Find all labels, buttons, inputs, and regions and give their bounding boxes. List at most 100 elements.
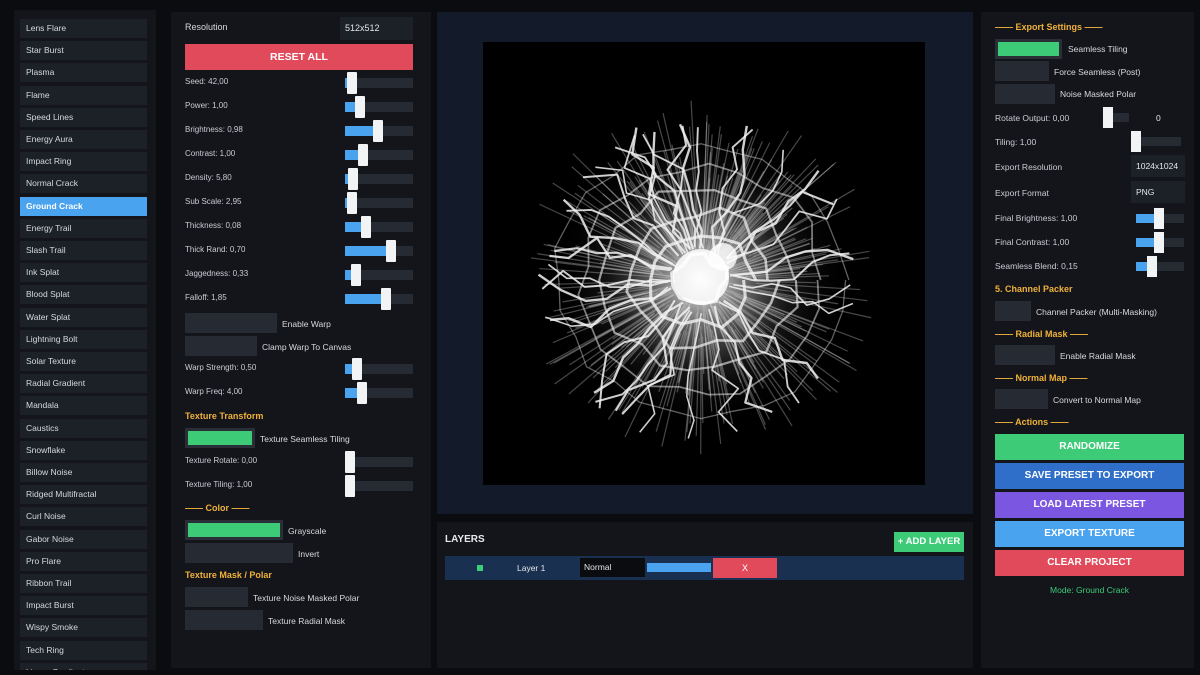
texture-tiling-thumb[interactable] xyxy=(345,475,355,497)
rotate-output-slider[interactable] xyxy=(1103,107,1129,128)
load-preset-button[interactable]: LOAD LATEST PRESET xyxy=(995,492,1184,518)
density-thumb[interactable] xyxy=(348,168,359,190)
reset-all-button[interactable]: RESET ALL xyxy=(185,44,413,70)
jaggedness-slider[interactable] xyxy=(345,264,413,286)
final-brightness-slider[interactable] xyxy=(1136,208,1184,229)
warp-strength-thumb[interactable] xyxy=(351,358,362,380)
normal-map-toggle[interactable] xyxy=(995,389,1048,409)
preset-item[interactable]: Flame xyxy=(20,85,147,105)
warp-freq-slider[interactable] xyxy=(345,382,413,404)
delete-layer-button[interactable]: X xyxy=(713,558,777,578)
preset-item[interactable]: Star Burst xyxy=(20,41,147,61)
preset-item[interactable]: Radial Gradient xyxy=(20,374,147,394)
preset-item[interactable]: Tech Ring xyxy=(20,640,147,660)
export-format-select[interactable]: PNG xyxy=(1131,181,1185,203)
final-contrast-label: Final Contrast: 1,00 xyxy=(995,237,1070,247)
preset-item[interactable]: Speed Lines xyxy=(20,107,147,127)
tiling-slider[interactable] xyxy=(1131,131,1181,152)
seamless-blend-thumb[interactable] xyxy=(1146,256,1157,277)
tiling-thumb[interactable] xyxy=(1131,131,1141,152)
save-preset-button[interactable]: SAVE PRESET TO EXPORT xyxy=(995,463,1184,489)
rotate-output-thumb[interactable] xyxy=(1103,107,1113,128)
preset-item[interactable]: Ink Splat xyxy=(20,263,147,283)
preset-item[interactable]: Lens Flare xyxy=(20,19,147,38)
clear-project-button[interactable]: CLEAR PROJECT xyxy=(995,550,1184,576)
preset-item[interactable]: Mandala xyxy=(20,396,147,416)
layer-row[interactable]: Layer 1 Normal X xyxy=(445,556,964,580)
preset-item[interactable]: Ground Crack xyxy=(20,196,147,216)
radial-mask-toggle[interactable] xyxy=(995,345,1055,365)
final-contrast-thumb[interactable] xyxy=(1154,232,1165,253)
layer-visibility-toggle[interactable] xyxy=(477,565,483,571)
sub-scale-slider[interactable] xyxy=(345,192,413,214)
invert-toggle[interactable] xyxy=(185,543,293,563)
preset-item[interactable]: Wispy Smoke xyxy=(20,618,147,638)
seed-slider[interactable] xyxy=(345,72,413,94)
brightness-slider[interactable] xyxy=(345,120,413,142)
preset-item[interactable]: Slash Trail xyxy=(20,241,147,260)
preset-item[interactable]: Energy Trail xyxy=(20,218,147,238)
texture-noise-masked-polar-toggle[interactable] xyxy=(185,587,248,607)
thickness-slider[interactable] xyxy=(345,216,413,238)
warp-strength-slider[interactable] xyxy=(345,358,413,380)
layer-blend-select[interactable]: Normal xyxy=(580,558,645,577)
force-seamless-toggle[interactable] xyxy=(995,61,1049,81)
preset-item[interactable]: Ridged Multifractal xyxy=(20,485,147,505)
preset-item[interactable]: Gabor Noise xyxy=(20,529,147,549)
enable-warp-toggle[interactable] xyxy=(185,313,277,333)
texture-rotate-slider[interactable] xyxy=(345,451,413,473)
layer-opacity-slider[interactable] xyxy=(647,563,711,572)
preset-item[interactable]: Plasma xyxy=(20,63,147,83)
contrast-thumb[interactable] xyxy=(357,144,368,166)
channel-packer-toggle[interactable] xyxy=(995,301,1031,321)
sub-scale-thumb[interactable] xyxy=(346,192,357,214)
density-slider[interactable] xyxy=(345,168,413,190)
seamless-tiling-toggle[interactable] xyxy=(995,39,1062,59)
texture-radial-mask-toggle[interactable] xyxy=(185,610,263,630)
contrast-slider[interactable] xyxy=(345,144,413,166)
brightness-thumb[interactable] xyxy=(373,120,384,142)
preset-item[interactable]: Billow Noise xyxy=(20,463,147,482)
clamp-warp-toggle[interactable] xyxy=(185,336,257,356)
warp-freq-thumb[interactable] xyxy=(356,382,367,404)
preset-item[interactable]: Linear Gradient xyxy=(20,662,147,670)
thick-rand-thumb[interactable] xyxy=(385,240,396,262)
preset-item[interactable]: Snowflake xyxy=(20,440,147,460)
thick-rand-slider[interactable] xyxy=(345,240,413,262)
preset-item[interactable]: Energy Aura xyxy=(20,130,147,149)
resolution-select[interactable]: 512x512 xyxy=(340,17,413,40)
final-brightness-thumb[interactable] xyxy=(1154,208,1165,229)
preset-item[interactable]: Lightning Bolt xyxy=(20,329,147,349)
preset-item[interactable]: Impact Burst xyxy=(20,596,147,616)
randomize-button[interactable]: RANDOMIZE xyxy=(995,434,1184,460)
add-layer-button[interactable]: + ADD LAYER xyxy=(894,532,964,552)
noise-masked-polar-toggle[interactable] xyxy=(995,84,1055,104)
export-resolution-select[interactable]: 1024x1024 xyxy=(1131,155,1185,177)
thickness-thumb[interactable] xyxy=(360,216,371,238)
grayscale-toggle[interactable] xyxy=(185,520,283,540)
preset-item[interactable]: Curl Noise xyxy=(20,507,147,527)
falloff-thumb[interactable] xyxy=(380,288,391,310)
jaggedness-thumb[interactable] xyxy=(350,264,361,286)
preset-item[interactable]: Impact Ring xyxy=(20,152,147,172)
export-texture-button[interactable]: EXPORT TEXTURE xyxy=(995,521,1184,547)
power-thumb[interactable] xyxy=(355,96,366,118)
preset-item[interactable]: Solar Texture xyxy=(20,352,147,371)
texture-rotate-thumb[interactable] xyxy=(345,451,355,473)
texture-tiling-slider[interactable] xyxy=(345,475,413,497)
seed-label: Seed: 42,00 xyxy=(185,77,229,86)
preset-item[interactable]: Pro Flare xyxy=(20,551,147,571)
preset-item[interactable]: Blood Splat xyxy=(20,285,147,305)
preset-item[interactable]: Normal Crack xyxy=(20,174,147,194)
seed-thumb[interactable] xyxy=(347,72,358,94)
seamless-blend-slider[interactable] xyxy=(1136,256,1184,277)
texture-tiling-label: Texture Tiling: 1,00 xyxy=(185,480,253,489)
texture-seamless-toggle[interactable] xyxy=(185,428,255,448)
falloff-slider[interactable] xyxy=(345,288,413,310)
preset-item[interactable]: Caustics xyxy=(20,418,147,438)
preset-item[interactable]: Water Splat xyxy=(20,307,147,327)
preset-item[interactable]: Ribbon Trail xyxy=(20,574,147,593)
preset-list[interactable]: Lens Flare Star Burst Plasma Flame Speed Lin… xyxy=(14,10,156,670)
final-contrast-slider[interactable] xyxy=(1136,232,1184,253)
power-slider[interactable] xyxy=(345,96,413,118)
